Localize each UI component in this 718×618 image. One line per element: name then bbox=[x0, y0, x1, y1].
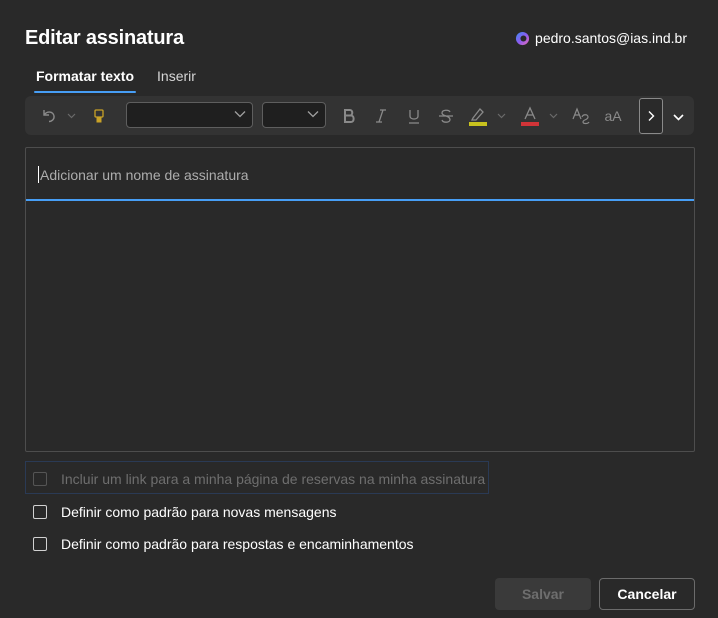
signature-editor bbox=[25, 147, 695, 452]
font-color-dropdown-chevron-icon[interactable] bbox=[547, 109, 559, 123]
font-family-select[interactable] bbox=[126, 102, 253, 128]
signature-name-field bbox=[26, 148, 694, 201]
italic-icon bbox=[376, 109, 386, 123]
highlight-dropdown-chevron-icon[interactable] bbox=[495, 109, 507, 123]
change-case-button[interactable]: aA bbox=[600, 106, 626, 126]
save-button[interactable]: Salvar bbox=[495, 578, 591, 610]
chevron-down-icon bbox=[307, 111, 319, 118]
format-painter-icon bbox=[94, 109, 104, 123]
strikethrough-button[interactable] bbox=[436, 106, 456, 126]
font-size-select[interactable] bbox=[262, 102, 326, 128]
default-replies-option[interactable]: Definir como padrão para respostas e enc… bbox=[33, 536, 414, 552]
expand-toolbar-button[interactable] bbox=[670, 110, 686, 124]
booking-link-label: Incluir um link para a minha página de r… bbox=[61, 471, 486, 487]
chevron-down-icon bbox=[672, 113, 684, 121]
font-color-button[interactable] bbox=[518, 105, 542, 127]
clear-formatting-button[interactable] bbox=[570, 106, 592, 126]
font-color-icon bbox=[521, 106, 539, 126]
strikethrough-icon bbox=[439, 109, 453, 123]
tab-list: Formatar texto Inserir bbox=[33, 68, 196, 93]
signature-body-editor[interactable] bbox=[26, 201, 694, 451]
bold-icon bbox=[344, 109, 355, 123]
undo-icon bbox=[43, 110, 55, 123]
signature-name-input[interactable] bbox=[38, 163, 682, 187]
underline-button[interactable] bbox=[404, 106, 424, 126]
highlight-color-swatch bbox=[469, 122, 487, 126]
cancel-button[interactable]: Cancelar bbox=[599, 578, 695, 610]
account-selector[interactable]: pedro.santos@ias.ind.br bbox=[515, 30, 687, 46]
bold-button[interactable] bbox=[339, 106, 359, 126]
account-logo-icon bbox=[515, 31, 530, 46]
edit-signature-dialog: Editar assinatura pedro.santos@ias.ind.b… bbox=[0, 0, 718, 618]
tab-format-text[interactable]: Formatar texto bbox=[33, 68, 137, 93]
chevron-right-icon bbox=[648, 111, 655, 121]
italic-button[interactable] bbox=[371, 106, 391, 126]
clear-formatting-icon bbox=[572, 107, 590, 125]
default-new-messages-option[interactable]: Definir como padrão para novas mensagens bbox=[33, 504, 337, 520]
undo-dropdown-chevron-icon[interactable] bbox=[65, 109, 77, 123]
default-replies-label[interactable]: Definir como padrão para respostas e enc… bbox=[61, 536, 414, 552]
default-replies-checkbox[interactable] bbox=[33, 537, 47, 551]
default-new-messages-checkbox[interactable] bbox=[33, 505, 47, 519]
format-toolbar: aA bbox=[25, 96, 694, 135]
default-new-messages-label[interactable]: Definir como padrão para novas mensagens bbox=[61, 504, 337, 520]
more-options-next-button[interactable] bbox=[639, 98, 663, 134]
booking-link-option: Incluir um link para a minha página de r… bbox=[33, 471, 485, 487]
booking-link-checkbox bbox=[33, 472, 47, 486]
format-painter-button[interactable] bbox=[89, 106, 109, 126]
tab-insert[interactable]: Inserir bbox=[157, 68, 196, 90]
highlighter-icon bbox=[469, 108, 487, 126]
undo-button[interactable] bbox=[39, 106, 59, 126]
change-case-label: aA bbox=[604, 108, 622, 124]
dialog-title: Editar assinatura bbox=[25, 27, 184, 49]
text-caret bbox=[38, 166, 39, 183]
underline-icon bbox=[409, 110, 419, 124]
chevron-down-icon bbox=[234, 111, 246, 118]
font-color-swatch bbox=[521, 122, 539, 126]
highlight-button[interactable] bbox=[466, 105, 490, 127]
account-email: pedro.santos@ias.ind.br bbox=[535, 30, 687, 46]
